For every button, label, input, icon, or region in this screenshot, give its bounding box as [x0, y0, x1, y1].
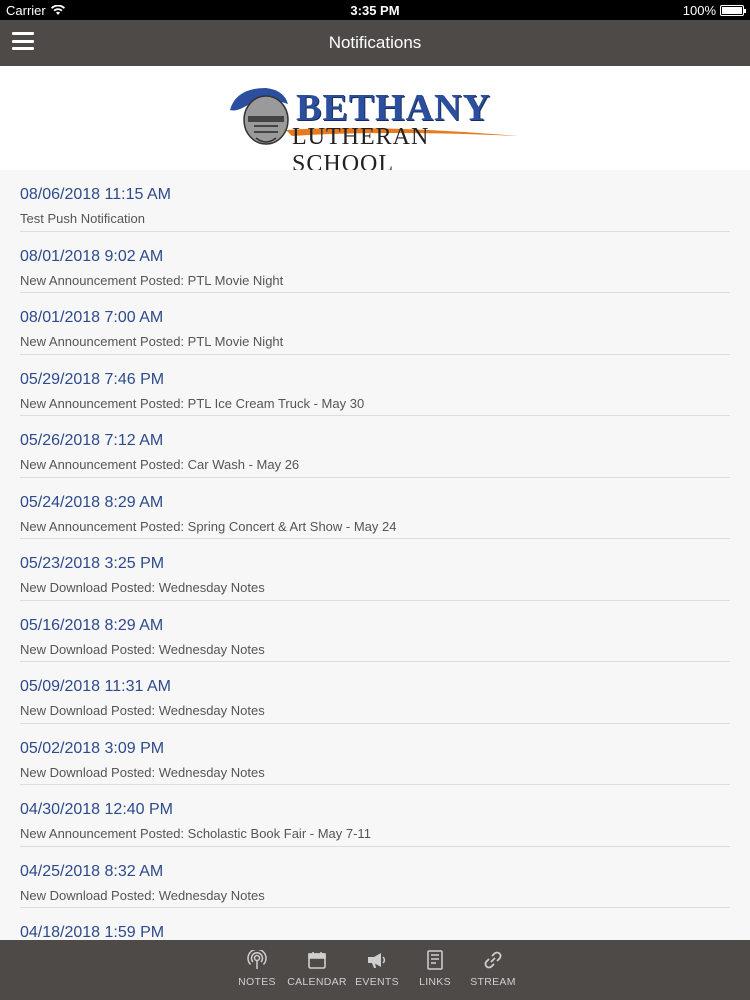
- notification-text: New Download Posted: Wednesday Notes: [20, 580, 265, 595]
- notification-text: New Announcement Posted: PTL Ice Cream T…: [20, 395, 365, 411]
- school-logo: BETHANY LUTHERAN SCHOOL: [226, 86, 526, 177]
- tab-label: STREAM: [470, 976, 516, 988]
- notification-date: 08/06/2018 11:15 AM: [20, 186, 171, 203]
- tab-notes[interactable]: NOTES: [228, 940, 286, 1000]
- notification-date: 05/16/2018 8:29 AM: [20, 616, 164, 634]
- notification-date: 04/18/2018 1:59 PM: [20, 924, 165, 940]
- page-title: Notifications: [328, 33, 422, 52]
- list-item[interactable]: 05/24/2018 8:29 AM New Announcement Post…: [20, 478, 730, 539]
- list-item[interactable]: 08/01/2018 9:02 AM New Announcement Post…: [20, 232, 730, 293]
- battery-info: 100%: [682, 3, 746, 18]
- list-item[interactable]: 04/30/2018 12:40 PM New Announcement Pos…: [20, 785, 730, 847]
- battery-percent: 100%: [682, 3, 716, 18]
- tab-label: EVENTS: [355, 976, 399, 988]
- navigation-bar: Notifications: [0, 20, 750, 66]
- notification-text: New Announcement Posted: Spring Concert …: [20, 518, 397, 534]
- list-item[interactable]: 05/02/2018 3:09 PM New Download Posted: …: [20, 724, 730, 785]
- notification-date: 05/23/2018 3:25 PM: [20, 555, 165, 572]
- tab-label: CALENDAR: [287, 976, 347, 988]
- link-icon: [481, 950, 505, 970]
- list-item[interactable]: 05/16/2018 8:29 AM New Download Posted: …: [20, 601, 730, 662]
- notification-date: 08/01/2018 9:02 AM: [20, 247, 164, 265]
- notification-text: New Download Posted: Wednesday Notes: [20, 703, 265, 718]
- notification-date: 05/26/2018 7:12 AM: [20, 432, 164, 449]
- notification-date: 05/02/2018 3:09 PM: [20, 739, 165, 757]
- notification-text: New Announcement Posted: Car Wash - May …: [20, 457, 300, 472]
- calendar-icon: [305, 950, 329, 970]
- megaphone-icon: [365, 950, 389, 970]
- notification-date: 05/29/2018 7:46 PM: [20, 370, 165, 388]
- list-item[interactable]: 05/09/2018 11:31 AM New Download Posted:…: [20, 662, 730, 724]
- tab-label: NOTES: [238, 976, 276, 988]
- notification-text: New Announcement Posted: Scholastic Book…: [20, 826, 371, 841]
- notification-text: New Download Posted: Wednesday Notes: [20, 764, 265, 780]
- battery-icon: [720, 5, 746, 16]
- notification-text: New Download Posted: Wednesday Notes: [20, 641, 265, 657]
- tab-label: LINKS: [419, 976, 451, 988]
- list-item[interactable]: 08/06/2018 11:15 AM Test Push Notificati…: [20, 170, 730, 232]
- notification-list[interactable]: 08/06/2018 11:15 AM Test Push Notificati…: [0, 170, 750, 940]
- notification-date: 08/01/2018 7:00 AM: [20, 309, 164, 326]
- notification-date: 05/09/2018 11:31 AM: [20, 678, 171, 695]
- list-item[interactable]: 04/25/2018 8:32 AM New Download Posted: …: [20, 847, 730, 908]
- notification-text: New Announcement Posted: PTL Movie Night: [20, 272, 284, 288]
- list-item[interactable]: 05/26/2018 7:12 AM New Announcement Post…: [20, 416, 730, 478]
- document-icon: [423, 950, 447, 970]
- notification-date: 04/25/2018 8:32 AM: [20, 862, 164, 880]
- tab-events[interactable]: EVENTS: [348, 940, 406, 1000]
- notification-text: New Download Posted: Wednesday Notes: [20, 887, 265, 903]
- notification-date: 04/30/2018 12:40 PM: [20, 801, 174, 818]
- notification-text: Test Push Notification: [20, 211, 146, 226]
- logo-header: BETHANY LUTHERAN SCHOOL: [0, 66, 750, 177]
- tab-calendar[interactable]: CALENDAR: [286, 940, 348, 1000]
- list-item[interactable]: 05/23/2018 3:25 PM New Download Posted: …: [20, 539, 730, 601]
- notification-text: New Announcement Posted: PTL Movie Night: [20, 334, 284, 349]
- notification-date: 05/24/2018 8:29 AM: [20, 493, 164, 511]
- tab-stream[interactable]: STREAM: [464, 940, 522, 1000]
- status-bar: Carrier 3:35 PM 100%: [0, 0, 750, 20]
- podcast-icon: [245, 950, 269, 970]
- bottom-tab-bar: NOTES CALENDAR EVENTS LINKS STREAM: [0, 940, 750, 1000]
- list-item[interactable]: 08/01/2018 7:00 AM New Announcement Post…: [20, 293, 730, 355]
- list-item[interactable]: 04/18/2018 1:59 PM: [20, 908, 730, 940]
- tab-links[interactable]: LINKS: [406, 940, 464, 1000]
- list-item[interactable]: 05/29/2018 7:46 PM New Announcement Post…: [20, 355, 730, 416]
- status-time: 3:35 PM: [350, 3, 400, 18]
